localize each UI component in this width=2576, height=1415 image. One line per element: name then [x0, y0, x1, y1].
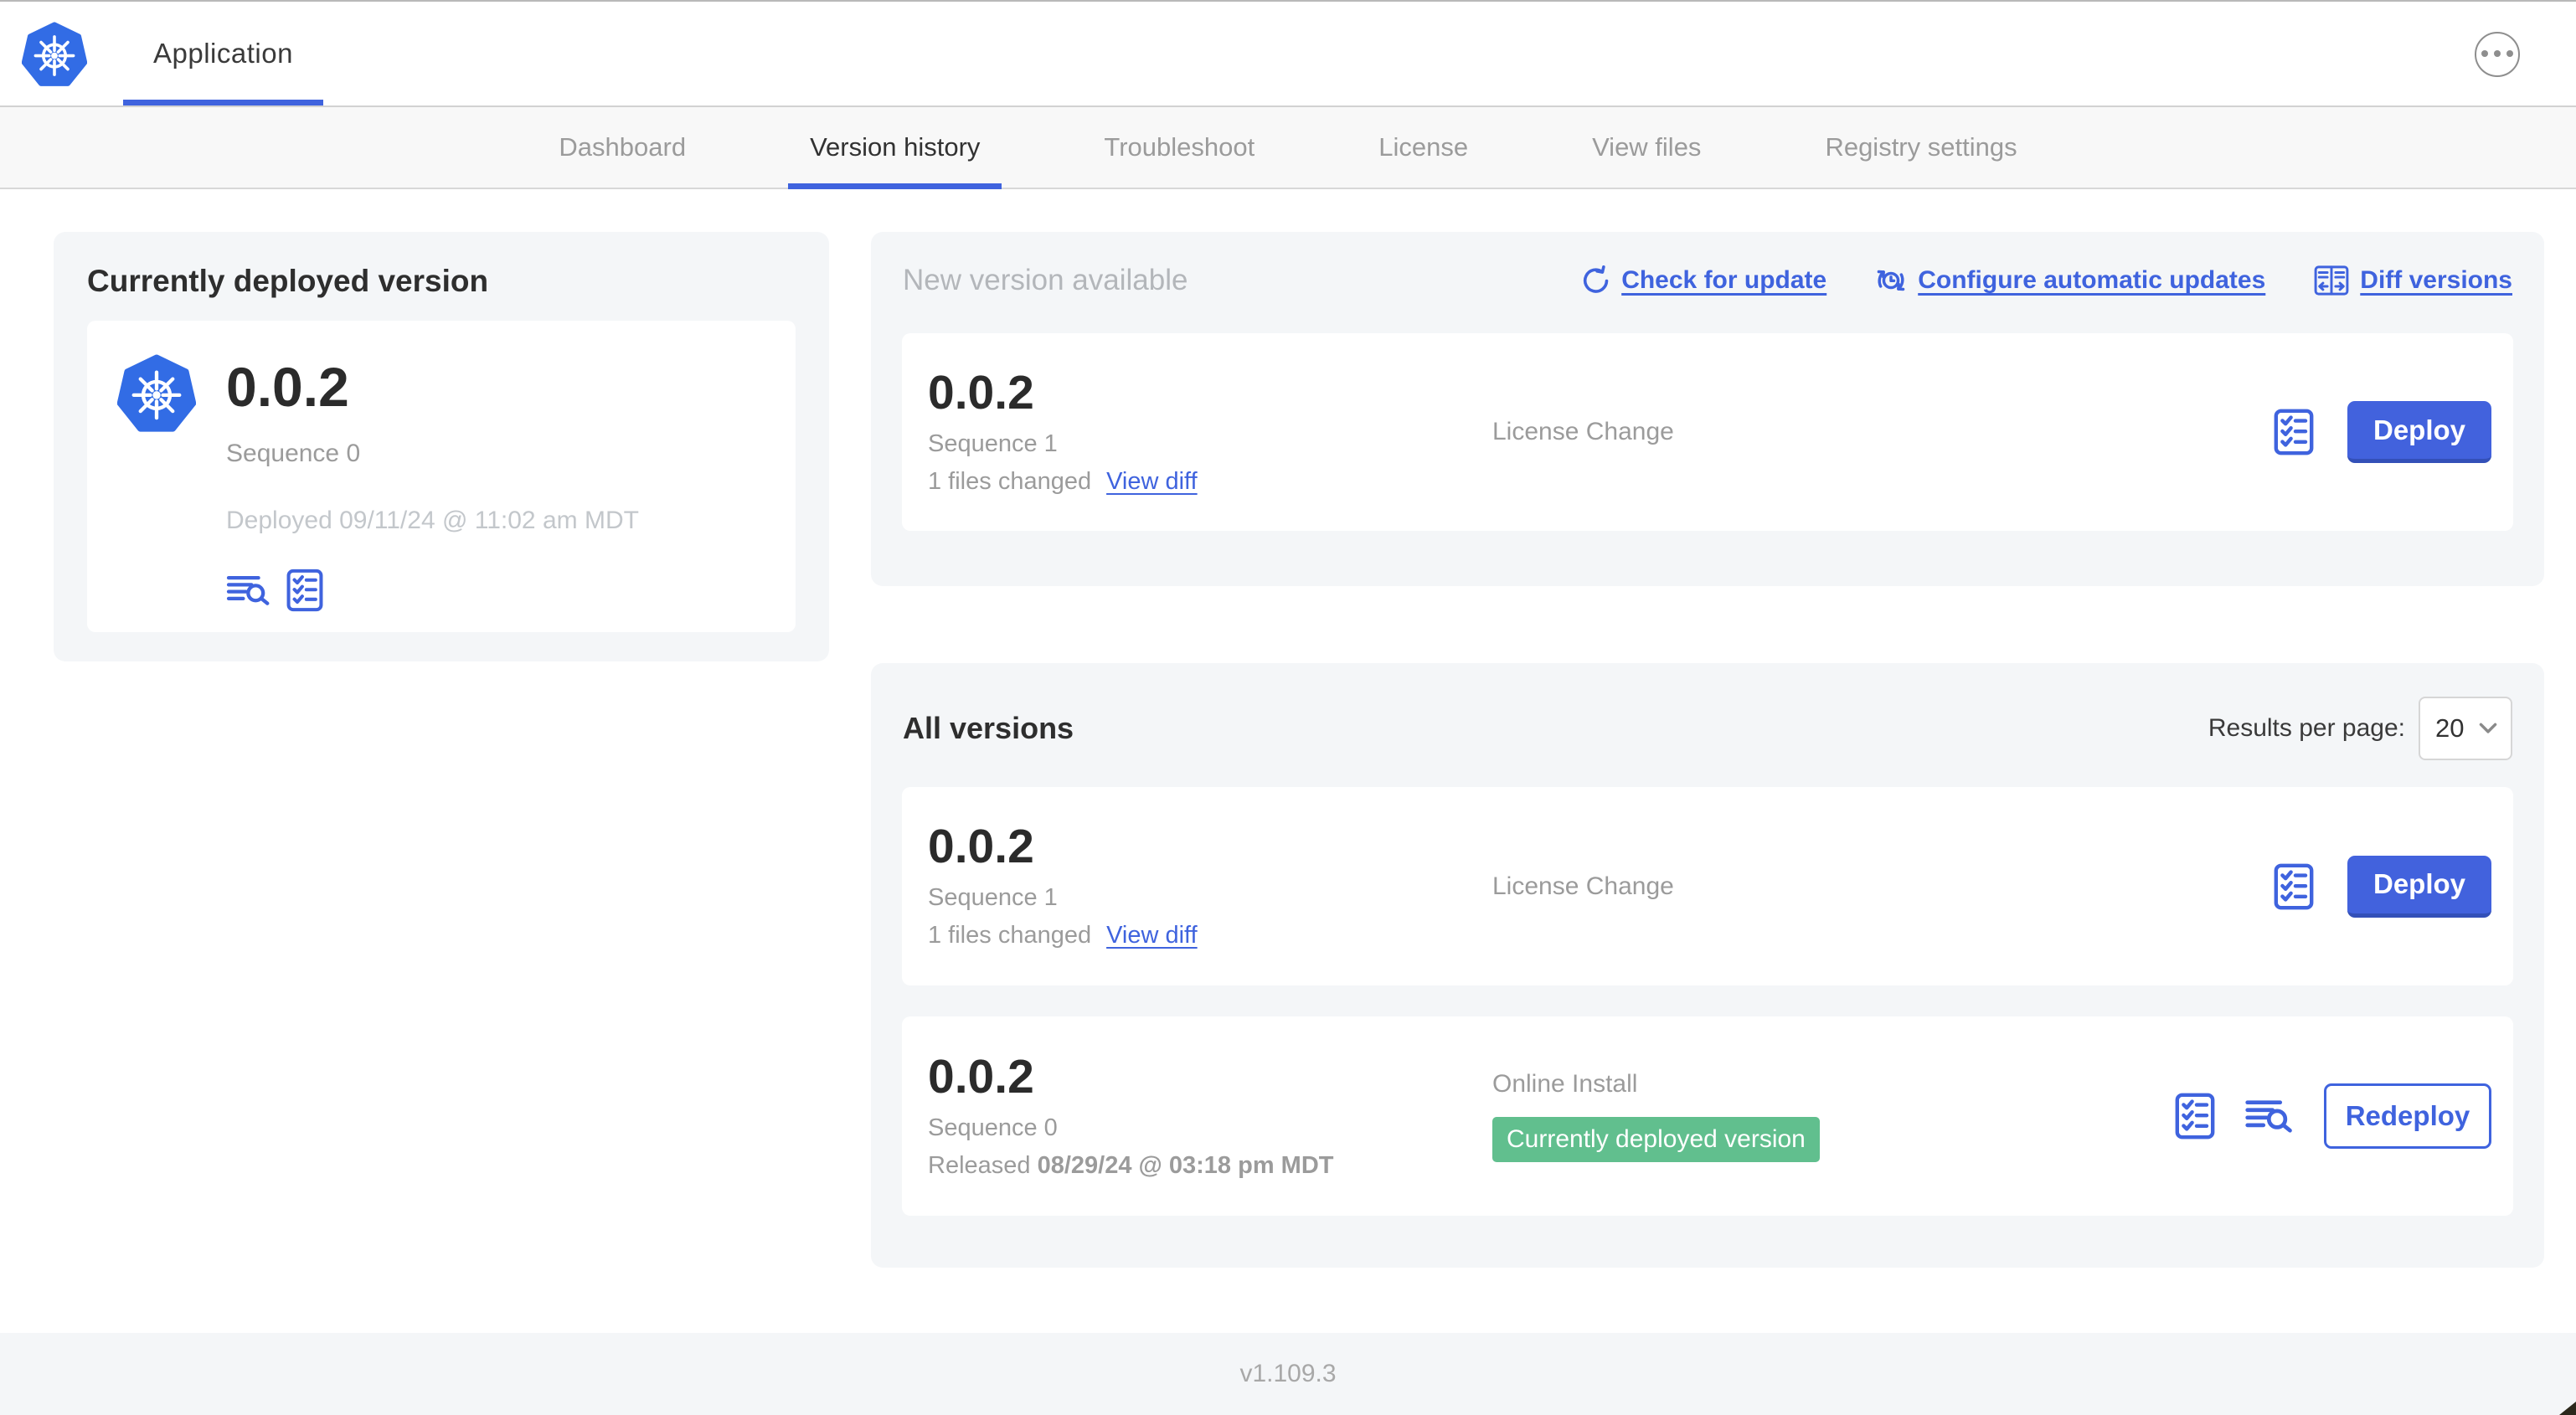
tab-license-label: License: [1378, 132, 1469, 162]
current-version-deployed-timestamp: Deployed 09/11/24 @ 11:02 am MDT: [226, 507, 639, 534]
tab-dashboard[interactable]: Dashboard: [559, 107, 686, 188]
app-subnav: Dashboard Version history Troubleshoot L…: [0, 105, 2576, 189]
cursor-artifact: [2559, 1402, 2576, 1415]
files-changed-label: 1 files changed: [928, 922, 1092, 949]
version-source: License Change: [1492, 872, 1674, 900]
version-row-sequence-1: 0.0.2 Sequence 1 1 files changed View di…: [902, 787, 2513, 985]
app-tab-label: Application: [153, 38, 293, 69]
version-number: 0.0.2: [928, 365, 1034, 419]
ellipsis-icon: [2481, 50, 2513, 57]
admin-console-page: Application Dashboard Version history Tr…: [0, 0, 2576, 1415]
currently-deployed-title: Currently deployed version: [87, 264, 489, 298]
main-content: Currently deployed version 0.0.2 Sequenc…: [0, 189, 2576, 1333]
console-version-label: v1.109.3: [1239, 1360, 1337, 1387]
diff-versions-label: Diff versions: [2360, 266, 2512, 294]
deploy-button[interactable]: Deploy: [2347, 855, 2491, 918]
tab-troubleshoot-label: Troubleshoot: [1104, 132, 1255, 162]
results-per-page-label: Results per page:: [2208, 714, 2405, 742]
view-config-checklist-icon[interactable]: [2274, 409, 2314, 455]
currently-deployed-badge: Currently deployed version: [1492, 1117, 1820, 1162]
diff-icon: [2314, 265, 2349, 296]
configure-automatic-updates-label: Configure automatic updates: [1918, 266, 2266, 294]
tab-license[interactable]: License: [1378, 107, 1468, 188]
redeploy-button[interactable]: Redeploy: [2324, 1083, 2491, 1149]
version-sequence: Sequence 1: [928, 884, 1058, 911]
tab-dashboard-label: Dashboard: [559, 132, 687, 162]
results-per-page-value: 20: [2435, 713, 2465, 743]
app-header: Application: [0, 0, 2576, 105]
deploy-button[interactable]: Deploy: [2347, 401, 2491, 463]
console-footer: v1.109.3: [0, 1333, 2576, 1415]
tab-registry-settings[interactable]: Registry settings: [1825, 107, 2017, 188]
currently-deployed-inner-card: 0.0.2 Sequence 0 Deployed 09/11/24 @ 11:…: [87, 321, 796, 632]
version-number: 0.0.2: [928, 1049, 1034, 1104]
kubernetes-app-icon: [117, 352, 196, 435]
tab-version-history[interactable]: Version history: [788, 107, 1002, 189]
tab-registry-settings-label: Registry settings: [1825, 132, 2017, 162]
view-diff-link[interactable]: View diff: [1106, 922, 1198, 949]
version-number: 0.0.2: [928, 820, 1034, 873]
version-source: License Change: [1492, 418, 1674, 445]
view-config-checklist-icon[interactable]: [286, 569, 323, 612]
view-diff-link[interactable]: View diff: [1106, 468, 1198, 496]
app-tab[interactable]: Application: [123, 2, 323, 105]
tab-view-files-label: View files: [1592, 132, 1702, 162]
refresh-icon: [1584, 265, 1609, 293]
results-per-page-select[interactable]: 20: [2419, 697, 2512, 760]
tab-troubleshoot[interactable]: Troubleshoot: [1104, 107, 1255, 188]
current-version-sequence: Sequence 0: [226, 440, 361, 467]
view-config-checklist-icon[interactable]: [2175, 1093, 2215, 1140]
new-version-available-card: New version available Check for update C…: [871, 232, 2544, 586]
current-version-number: 0.0.2: [226, 356, 349, 418]
version-sequence: Sequence 1: [928, 430, 1058, 457]
currently-deployed-card: Currently deployed version 0.0.2 Sequenc…: [54, 232, 829, 661]
kubernetes-logo-icon: [22, 20, 87, 89]
check-for-update-link[interactable]: Check for update: [1580, 265, 1826, 296]
tab-view-files[interactable]: View files: [1592, 107, 1701, 188]
configure-automatic-updates-link[interactable]: Configure automatic updates: [1875, 265, 2265, 296]
view-deploy-logs-icon[interactable]: [226, 574, 271, 606]
all-versions-title: All versions: [903, 711, 1074, 745]
all-versions-card: All versions Results per page: 20 0.0.2 …: [871, 663, 2544, 1268]
version-row-sequence-0: 0.0.2 Sequence 0 Released 08/29/24 @ 03:…: [902, 1016, 2513, 1216]
released-timestamp: Released 08/29/24 @ 03:18 pm MDT: [928, 1151, 1334, 1179]
diff-versions-link[interactable]: Diff versions: [2314, 265, 2512, 296]
version-sequence: Sequence 0: [928, 1114, 1058, 1141]
check-for-update-label: Check for update: [1621, 266, 1827, 294]
app-tab-active-indicator: [123, 100, 323, 105]
view-config-checklist-icon[interactable]: [2274, 863, 2314, 910]
files-changed-label: 1 files changed: [928, 467, 1092, 495]
pending-version-row: 0.0.2 Sequence 1 1 files changed View di…: [902, 333, 2513, 531]
tab-version-history-label: Version history: [810, 132, 981, 162]
version-source: Online Install: [1492, 1070, 1638, 1098]
chevron-down-icon: [2479, 723, 2497, 733]
view-deploy-logs-icon[interactable]: [2245, 1099, 2294, 1134]
auto-update-clock-icon: [1877, 270, 1905, 291]
new-version-available-title: New version available: [903, 264, 1188, 296]
more-options-button[interactable]: [2475, 32, 2520, 77]
